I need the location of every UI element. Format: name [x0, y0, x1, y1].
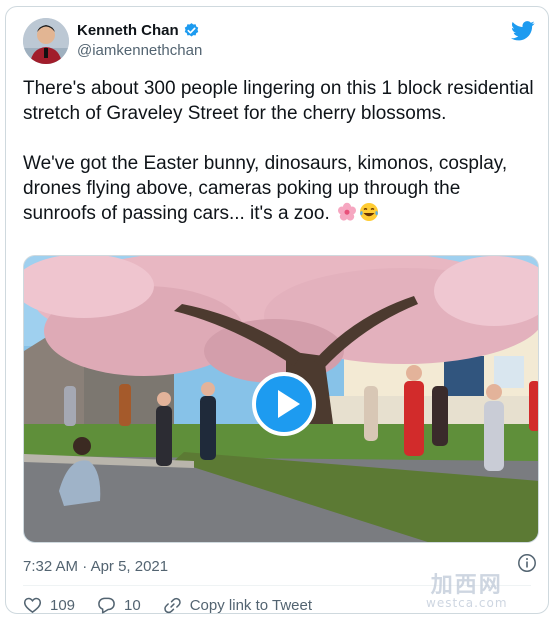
link-icon	[163, 597, 181, 614]
tweet-paragraph-1: There's about 300 people lingering on th…	[23, 78, 534, 124]
meta-separator: ·	[82, 558, 88, 575]
tweet-paragraph-2: We've got the Easter bunny, dinosaurs, k…	[23, 151, 535, 226]
reply-count: 10	[124, 597, 141, 614]
tweet-text: There's about 300 people lingering on th…	[23, 76, 535, 226]
cherry-blossom-emoji-icon	[338, 202, 356, 221]
tears-of-joy-emoji-icon	[360, 203, 378, 221]
watermark-en: westca.com	[426, 596, 508, 610]
watermark: 加西网 westca.com	[426, 567, 508, 610]
like-button[interactable]: 109	[23, 596, 75, 615]
heart-icon	[23, 597, 42, 614]
like-count: 109	[50, 597, 76, 614]
verified-badge-icon	[184, 23, 198, 37]
copy-link-label: Copy link to Tweet	[189, 597, 313, 614]
display-name[interactable]: Kenneth Chan	[77, 22, 179, 39]
tweet-video[interactable]	[23, 255, 539, 543]
watermark-cn: 加西网	[430, 573, 503, 598]
reply-bubble-icon	[98, 597, 115, 614]
play-icon	[278, 390, 300, 418]
author-handle[interactable]: @iamkennethchan	[77, 42, 202, 59]
twitter-bird-icon[interactable]	[511, 21, 535, 41]
tweet-timestamp: 7:32 AM · Apr 5, 2021	[23, 558, 168, 575]
avatar[interactable]	[23, 18, 69, 64]
tweet-paragraph-2-text: We've got the Easter bunny, dinosaurs, k…	[23, 153, 508, 224]
info-icon[interactable]	[517, 553, 537, 573]
tweet-time[interactable]: 7:32 AM	[23, 558, 78, 575]
copy-link-button[interactable]: Copy link to Tweet	[163, 596, 312, 615]
play-button[interactable]	[252, 372, 316, 436]
tweet-date[interactable]: Apr 5, 2021	[91, 558, 169, 575]
tweet-card: Kenneth Chan @iamkennethchan There's abo…	[5, 6, 549, 614]
reply-button[interactable]: 10	[97, 596, 141, 615]
tweet-actions: 109 10 Copy link to Tweet	[23, 596, 334, 615]
author-name-row: Kenneth Chan	[77, 22, 200, 39]
